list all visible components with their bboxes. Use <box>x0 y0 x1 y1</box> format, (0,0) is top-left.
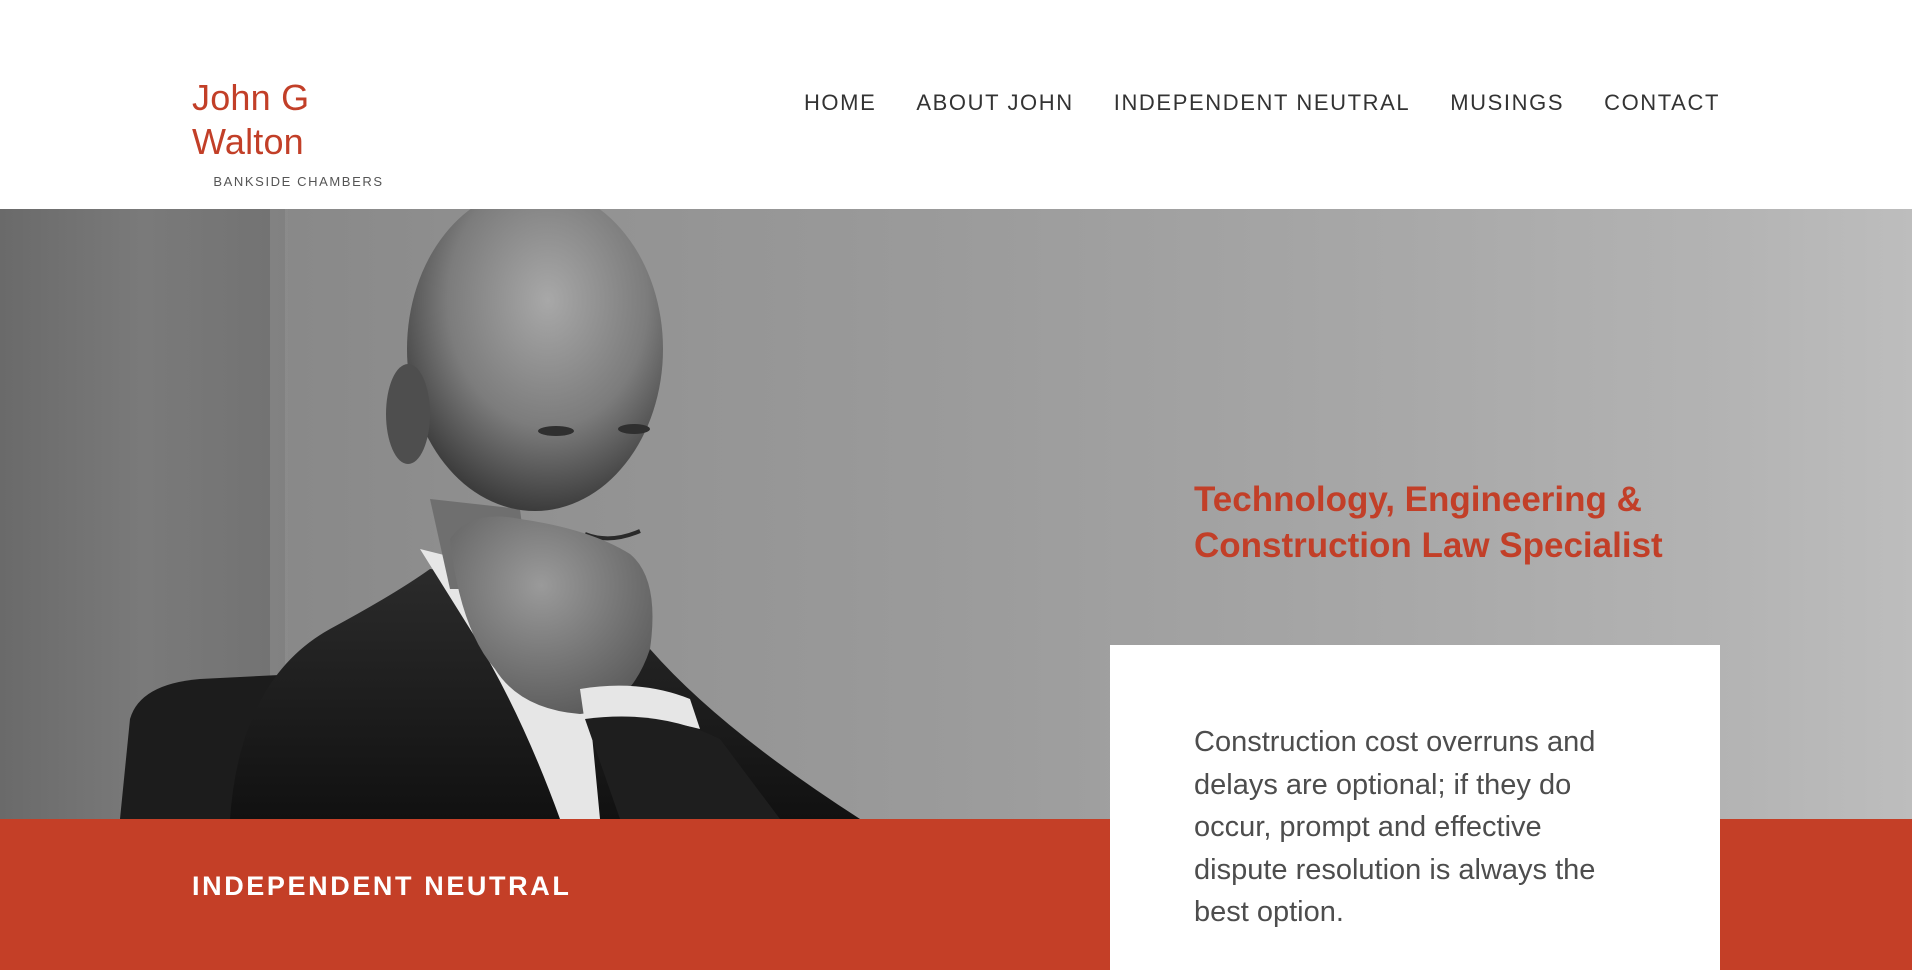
site-name: John G Walton <box>192 77 310 162</box>
quote-text: Construction cost overruns and delays ar… <box>1194 726 1596 928</box>
site-header: John G Walton BANKSIDE CHAMBERS HOME ABO… <box>0 0 1912 209</box>
hero-tagline-line-2: Construction Law Specialist <box>1194 526 1663 565</box>
nav-item-independent-neutral[interactable]: INDEPENDENT NEUTRAL <box>1114 90 1410 116</box>
nav-item-about-john[interactable]: ABOUT JOHN <box>916 90 1073 116</box>
site-logo[interactable]: John G Walton BANKSIDE CHAMBERS <box>192 76 417 189</box>
quote-card: Construction cost overruns and delays ar… <box>1110 645 1720 970</box>
site-subtitle: BANKSIDE CHAMBERS <box>213 174 384 189</box>
hero-tagline-line-1: Technology, Engineering & <box>1194 480 1642 519</box>
hero-tagline: Technology, Engineering & Construction L… <box>1194 477 1694 569</box>
main-nav: HOME ABOUT JOHN INDEPENDENT NEUTRAL MUSI… <box>804 90 1720 116</box>
band-heading: INDEPENDENT NEUTRAL <box>192 871 572 901</box>
nav-item-home[interactable]: HOME <box>804 90 876 116</box>
nav-item-contact[interactable]: CONTACT <box>1604 90 1720 116</box>
hero-portrait-photo <box>0 209 860 819</box>
nav-item-musings[interactable]: MUSINGS <box>1450 90 1564 116</box>
